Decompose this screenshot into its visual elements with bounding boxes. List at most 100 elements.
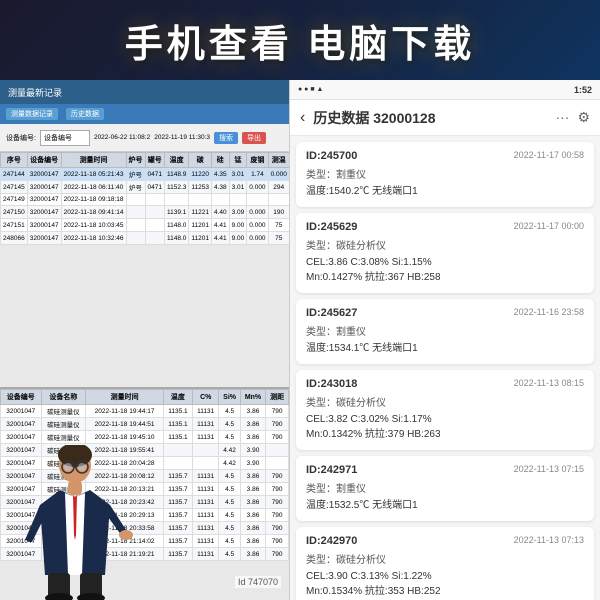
search-button[interactable]: 搜索	[214, 132, 238, 144]
table-cell: 247150	[1, 206, 28, 219]
table-row[interactable]: 247150320001472022-11-18 09:41:141139.11…	[1, 206, 290, 219]
table-cell: 11131	[193, 405, 219, 418]
table-cell: 4.35	[211, 168, 229, 181]
table-cell	[193, 457, 219, 470]
table-row[interactable]: 32001047碳硅测量仪2022-11-18 19:44:511135.111…	[1, 418, 289, 431]
more-icon[interactable]: ···	[555, 109, 569, 126]
col-header-mn: 锰	[229, 153, 247, 168]
record-line1: CEL:3.82 C:3.02% Si:1.17%	[306, 412, 584, 427]
top-banner: 手机查看 电脑下载	[0, 0, 600, 80]
table-cell: 1135.7	[163, 548, 192, 561]
record-card[interactable]: ID:2429712022-11-13 07:15类型：割重仪温度:1532.5…	[296, 456, 594, 521]
record-card[interactable]: ID:2430182022-11-13 08:15类型：碳硅分析仪CEL:3.8…	[296, 370, 594, 450]
bcol-temp: 温度	[163, 390, 192, 405]
settings-icon[interactable]: ⚙	[577, 109, 590, 126]
bcol-time: 测量时间	[86, 390, 164, 405]
record-line2: Mn:0.1427% 抗拉:367 HB:258	[306, 270, 584, 285]
table-cell: 炉号	[126, 168, 145, 181]
record-type: 类型：割重仪	[306, 480, 584, 495]
table-cell: 3.86	[240, 483, 266, 496]
table-row[interactable]: 247151320001472022-11-18 10:03:451148.01…	[1, 219, 290, 232]
table-cell: 11220	[189, 168, 212, 181]
col-header-temp: 温度	[164, 153, 188, 168]
table-cell: 4.5	[219, 418, 240, 431]
table-row[interactable]: 247145320001472022-11-18 06:11:40炉号04711…	[1, 181, 290, 194]
table-cell: 4.5	[219, 522, 240, 535]
record-card[interactable]: ID:2457002022-11-17 00:58类型：割重仪温度:1540.2…	[296, 142, 594, 207]
table-cell: 3.86	[240, 535, 266, 548]
bcol-device: 设备编号	[1, 390, 42, 405]
table-cell: 790	[266, 431, 289, 444]
nav-btn-2[interactable]: 历史数据	[66, 108, 104, 120]
person-figure-area	[0, 440, 150, 600]
table-cell: 248066	[1, 232, 28, 245]
record-id: ID:243018	[306, 378, 357, 390]
table-cell: 0.000	[247, 219, 268, 232]
table-cell: 1135.1	[163, 418, 192, 431]
record-card[interactable]: ID:2456292022-11-17 00:00类型：碳硅分析仪CEL:3.8…	[296, 213, 594, 293]
table-cell: 2022-11-18 10:32:46	[61, 232, 126, 245]
table-cell: 3.01	[229, 181, 247, 194]
export-button[interactable]: 导出	[242, 132, 266, 144]
table-row[interactable]: 32001047碳硅测量仪2022-11-18 19:44:171135.111…	[1, 405, 289, 418]
table-cell: 790	[266, 509, 289, 522]
table-cell: 247149	[1, 194, 28, 206]
table-cell: 9.00	[229, 232, 247, 245]
record-id: ID:245629	[306, 221, 357, 233]
table-cell: 790	[266, 522, 289, 535]
record-temp: 温度:1540.2℃ 无线端口1	[306, 184, 584, 199]
record-temp: 温度:1532.5℃ 无线端口1	[306, 498, 584, 513]
record-id: ID:242970	[306, 535, 357, 547]
table-row[interactable]: 247149320001472022-11-18 09:18:181307.5开…	[1, 194, 290, 206]
table-cell: 0.000	[247, 181, 268, 194]
back-button[interactable]: ‹	[300, 109, 305, 127]
col-header-c: 碳	[189, 153, 212, 168]
table-cell: 1135.7	[163, 496, 192, 509]
col-header-time: 测量时间	[61, 153, 126, 168]
table-cell: 4.38	[211, 181, 229, 194]
table-cell: 32001047	[1, 405, 42, 418]
main-content: 测量最新记录 测量数据记录 历史数据 设备编号: 2022-06-22 11:0…	[0, 80, 600, 600]
table-cell: 4.42	[219, 457, 240, 470]
toolbar-input-device[interactable]	[40, 130, 90, 146]
record-card[interactable]: ID:2429702022-11-13 07:13类型：碳硅分析仪CEL:3.9…	[296, 527, 594, 600]
record-id: ID:245700	[306, 150, 357, 162]
right-panel: ● ● ■ ▲ 1:52 ‹ 历史数据 32000128 ··· ⚙ ID:24…	[290, 80, 600, 600]
table-cell	[163, 444, 192, 457]
bcol-name: 设备名称	[41, 390, 86, 405]
table-cell: 790	[266, 548, 289, 561]
nav-btn-1[interactable]: 测量数据记录	[6, 108, 58, 120]
col-header-measure: 测温	[268, 153, 289, 168]
table-cell: 0.000	[247, 206, 268, 219]
table-cell: 11131	[193, 548, 219, 561]
toolbar-label-date2: 2022-11-19 11:30:3	[154, 134, 210, 141]
table-cell: 4.5	[219, 470, 240, 483]
table-cell: 790	[266, 496, 289, 509]
table-row[interactable]: 248066320001472022-11-18 10:32:461148.01…	[1, 232, 290, 245]
desktop-nav: 测量数据记录 历史数据	[0, 104, 289, 124]
bcol-dist: 测距	[266, 390, 289, 405]
table-cell: 32001047	[1, 418, 42, 431]
table-cell: 32000147	[27, 181, 61, 194]
table-cell: 294	[268, 181, 289, 194]
table-cell: 790	[266, 405, 289, 418]
table-cell: 1148.0	[164, 232, 188, 245]
table-row[interactable]: 247144320001472022-11-18 05:21:43炉号04711…	[1, 168, 290, 181]
table-cell: 11131	[193, 483, 219, 496]
record-card[interactable]: ID:2456272022-11-16 23:58类型：割重仪温度:1534.1…	[296, 299, 594, 364]
table-cell	[247, 194, 268, 206]
banner-title: 手机查看 电脑下载	[125, 13, 476, 68]
table-cell: 3.90	[240, 457, 266, 470]
table-cell: 75	[268, 219, 289, 232]
table-cell: 11201	[189, 232, 212, 245]
table-cell: 11131	[193, 418, 219, 431]
main-data-table: 序号 设备编号 测量时间 炉号 罐号 温度 碳 硅 锰 废钢 测温 测距 操作	[0, 152, 289, 245]
record-card-header: ID:2457002022-11-17 00:58	[306, 150, 584, 162]
nav-icons: ··· ⚙	[555, 109, 590, 126]
table-cell	[126, 206, 145, 219]
table-cell: 碳硅测量仪	[41, 405, 86, 418]
status-icons-left: ● ● ■ ▲	[298, 86, 323, 93]
table-cell: 11131	[193, 522, 219, 535]
phone-content[interactable]: ID:2457002022-11-17 00:58 类型：割重仪温度:1540.2…	[290, 136, 600, 600]
table-cell: 4.5	[219, 405, 240, 418]
